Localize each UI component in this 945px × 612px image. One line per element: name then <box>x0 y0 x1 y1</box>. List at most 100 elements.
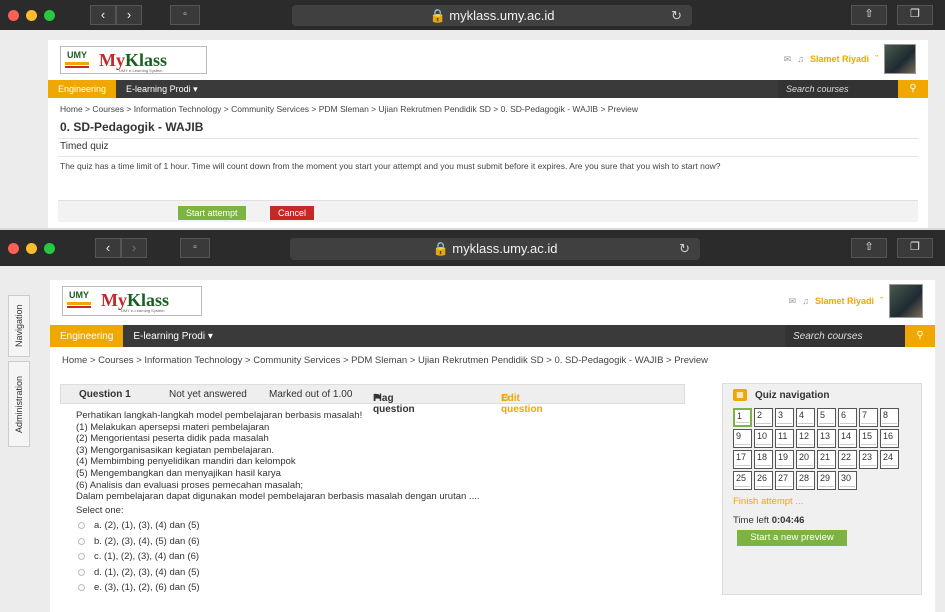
breadcrumb[interactable]: Home > Courses > Information Technology … <box>48 98 928 120</box>
radio-button[interactable] <box>78 537 85 545</box>
caret-down-icon[interactable]: ˇ <box>875 54 878 64</box>
zoom-window-button[interactable] <box>44 10 55 21</box>
nav-elearning-prodi[interactable]: E-learning Prodi ▾ <box>123 331 223 342</box>
logo-tagline: UMY e-Learning System <box>119 68 163 73</box>
umy-logo-text: UMY <box>69 290 89 300</box>
finish-attempt-link[interactable]: Finish attempt ... <box>733 496 803 507</box>
address-bar[interactable]: 🔒 myklass.umy.ac.id ↻ <box>292 5 692 26</box>
answer-option-c[interactable]: c. (1), (2), (3), (4) dan (6) <box>78 549 200 565</box>
start-new-preview-button[interactable]: Start a new preview <box>737 530 847 546</box>
quiz-nav-question-1[interactable]: 1 <box>733 408 752 427</box>
zoom-window-button[interactable] <box>44 243 55 254</box>
quiz-nav-question-23[interactable]: 23 <box>859 450 878 469</box>
search-icon[interactable]: ⚲ <box>898 80 928 98</box>
quiz-nav-question-21[interactable]: 21 <box>817 450 836 469</box>
start-attempt-button[interactable]: Start attempt <box>178 206 246 220</box>
tabs-overview-icon[interactable]: ❐ <box>897 5 933 25</box>
quiz-nav-question-26[interactable]: 26 <box>754 471 773 490</box>
history-buttons: ‹ › <box>90 5 142 25</box>
minimize-window-button[interactable] <box>26 10 37 21</box>
page-content: UMY MyKlass UMY e-Learning System ✉ ♫ Sl… <box>48 40 928 228</box>
address-bar[interactable]: 🔒 myklass.umy.ac.id ↻ <box>290 238 700 260</box>
notifications-icon[interactable]: ♫ <box>797 54 804 64</box>
nav-elearning-prodi[interactable]: E-learning Prodi ▾ <box>116 84 208 95</box>
forward-button[interactable]: › <box>121 238 147 258</box>
question-grid: 1 2 3 4 5 6 7 8 9 10 11 12 13 14 15 16 17 18 19 20 21 22 23 24 2… <box>733 408 903 490</box>
avatar[interactable] <box>884 44 916 74</box>
quiz-nav-question-3[interactable]: 3 <box>775 408 794 427</box>
quiz-nav-question-16[interactable]: 16 <box>880 429 899 448</box>
quiz-nav-question-24[interactable]: 24 <box>880 450 899 469</box>
reload-icon[interactable]: ↻ <box>679 238 690 260</box>
answer-option-e[interactable]: e. (3), (1), (2), (6) dan (5) <box>78 580 200 596</box>
quiz-nav-question-17[interactable]: 17 <box>733 450 752 469</box>
minimize-window-button[interactable] <box>26 243 37 254</box>
share-icon[interactable]: ⇧ <box>851 5 887 25</box>
nav-engineering[interactable]: Engineering <box>50 325 124 347</box>
sidebar-toggle-icon[interactable]: ▫ <box>180 238 210 258</box>
answer-option-b[interactable]: b. (2), (3), (4), (5) dan (6) <box>78 534 200 550</box>
messages-icon[interactable]: ✉ <box>789 296 797 307</box>
notifications-icon[interactable]: ♫ <box>802 296 809 306</box>
share-icon[interactable]: ⇧ <box>851 238 887 258</box>
quiz-nav-question-7[interactable]: 7 <box>859 408 878 427</box>
quiz-nav-question-28[interactable]: 28 <box>796 471 815 490</box>
quiz-nav-question-5[interactable]: 5 <box>817 408 836 427</box>
quiz-nav-question-6[interactable]: 6 <box>838 408 857 427</box>
quiz-nav-question-10[interactable]: 10 <box>754 429 773 448</box>
select-one-label: Select one: <box>76 505 124 516</box>
messages-icon[interactable]: ✉ <box>784 54 792 65</box>
caret-down-icon[interactable]: ˇ <box>880 296 883 306</box>
answer-option-d[interactable]: d. (1), (2), (3), (4) dan (5) <box>78 565 200 581</box>
close-window-button[interactable] <box>8 10 19 21</box>
quiz-nav-question-18[interactable]: 18 <box>754 450 773 469</box>
nav-engineering[interactable]: Engineering <box>48 80 117 98</box>
window-controls <box>8 10 55 21</box>
user-name[interactable]: Slamet Riyadi <box>815 296 874 306</box>
quiz-nav-question-14[interactable]: 14 <box>838 429 857 448</box>
navigation-side-tab[interactable]: Navigation <box>8 295 30 357</box>
reload-icon[interactable]: ↻ <box>671 5 682 26</box>
quiz-nav-question-20[interactable]: 20 <box>796 450 815 469</box>
search-input[interactable]: Search courses <box>785 325 905 347</box>
quiz-nav-question-25[interactable]: 25 <box>733 471 752 490</box>
quiz-nav-question-13[interactable]: 13 <box>817 429 836 448</box>
back-button[interactable]: ‹ <box>95 238 121 258</box>
myklass-logo[interactable]: UMY MyKlass UMY e-Learning System <box>60 46 207 74</box>
quiz-nav-question-15[interactable]: 15 <box>859 429 878 448</box>
quiz-nav-question-22[interactable]: 22 <box>838 450 857 469</box>
main-navbar: Engineering E-learning Prodi ▾ Search co… <box>48 80 928 98</box>
sidebar-toggle-icon[interactable]: ▫ <box>170 5 200 25</box>
user-name[interactable]: Slamet Riyadi <box>810 54 869 64</box>
quiz-nav-question-8[interactable]: 8 <box>880 408 899 427</box>
search-input[interactable]: Search courses <box>778 80 898 98</box>
cancel-button[interactable]: Cancel <box>270 206 315 220</box>
umy-logo-stripe <box>65 66 89 68</box>
breadcrumb[interactable]: Home > Courses > Information Technology … <box>50 347 935 374</box>
myklass-logo[interactable]: UMY MyKlass UMY e-Learning System <box>62 286 202 316</box>
radio-button[interactable] <box>78 553 85 561</box>
avatar[interactable] <box>889 284 923 318</box>
search-icon[interactable]: ⚲ <box>905 325 935 347</box>
quiz-nav-question-27[interactable]: 27 <box>775 471 794 490</box>
close-window-button[interactable] <box>8 243 19 254</box>
answer-option-a[interactable]: a. (2), (1), (3), (4) dan (5) <box>78 518 200 534</box>
quiz-nav-question-29[interactable]: 29 <box>817 471 836 490</box>
quiz-nav-question-9[interactable]: 9 <box>733 429 752 448</box>
radio-button[interactable] <box>78 584 85 592</box>
back-button[interactable]: ‹ <box>90 5 116 25</box>
quiz-nav-question-2[interactable]: 2 <box>754 408 773 427</box>
forward-button[interactable]: › <box>116 5 142 25</box>
administration-side-tab[interactable]: Administration <box>8 361 30 447</box>
question-text: Perhatikan langkah-langkah model pembela… <box>76 410 676 503</box>
tabs-overview-icon[interactable]: ❐ <box>897 238 933 258</box>
quiz-nav-question-30[interactable]: 30 <box>838 471 857 490</box>
quiz-nav-question-19[interactable]: 19 <box>775 450 794 469</box>
quiz-nav-question-4[interactable]: 4 <box>796 408 815 427</box>
quiz-nav-question-12[interactable]: 12 <box>796 429 815 448</box>
quiz-nav-question-11[interactable]: 11 <box>775 429 794 448</box>
question-line: Perhatikan langkah-langkah model pembela… <box>76 410 363 421</box>
umy-logo-stripe <box>67 306 91 308</box>
radio-button[interactable] <box>78 568 85 576</box>
radio-button[interactable] <box>78 522 85 530</box>
